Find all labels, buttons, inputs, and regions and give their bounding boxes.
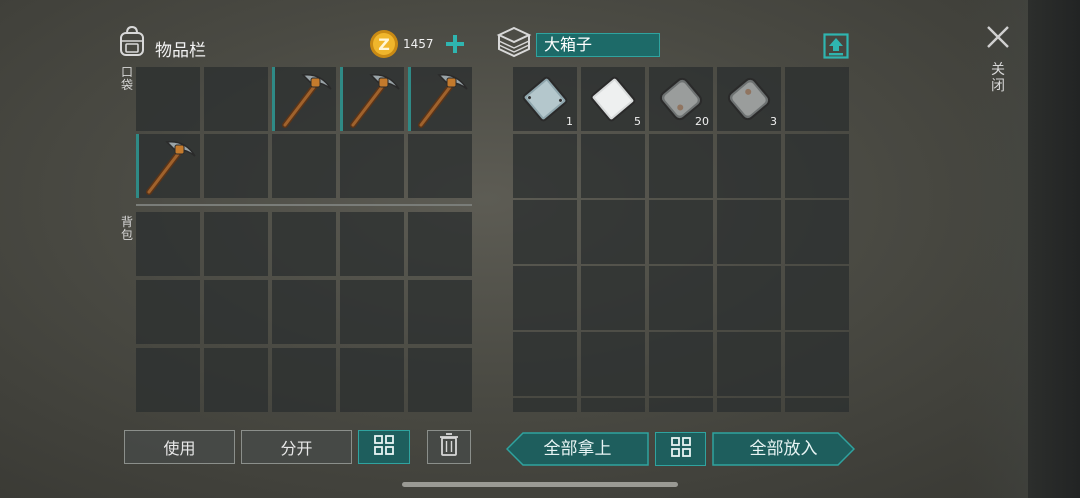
take-all-label: 全部拿上 bbox=[543, 439, 612, 459]
chest-slot[interactable] bbox=[717, 332, 781, 396]
chest-slot[interactable] bbox=[785, 398, 849, 412]
backpack-slot[interactable] bbox=[340, 280, 404, 344]
item-quantity: 1 bbox=[566, 115, 573, 128]
chest-slot[interactable] bbox=[581, 332, 645, 396]
backpack-slot[interactable] bbox=[408, 280, 472, 344]
pocket-slot[interactable] bbox=[136, 67, 200, 131]
coin-icon: Z bbox=[369, 29, 399, 63]
chest-slot[interactable]: 20 bbox=[649, 67, 713, 131]
add-currency-icon[interactable] bbox=[444, 33, 466, 59]
grid-sort-icon bbox=[373, 434, 395, 460]
split-button[interactable]: 分开 bbox=[241, 430, 352, 464]
backpack-label: 背包 bbox=[120, 215, 133, 242]
pickaxe-icon bbox=[411, 74, 472, 135]
pocket-slot[interactable] bbox=[204, 134, 268, 198]
chest-slot[interactable] bbox=[581, 398, 645, 412]
pocket-slot[interactable] bbox=[204, 67, 268, 131]
chest-slot[interactable] bbox=[649, 200, 713, 264]
item-quantity: 5 bbox=[634, 115, 641, 128]
backpack-slot[interactable] bbox=[272, 280, 336, 344]
chest-name-field[interactable]: 大箱子 bbox=[536, 33, 660, 57]
backpack-slot[interactable] bbox=[340, 212, 404, 276]
chest-slot[interactable] bbox=[717, 266, 781, 330]
backpack-icon bbox=[117, 25, 147, 61]
backpack-slot[interactable] bbox=[204, 212, 268, 276]
upload-icon[interactable] bbox=[823, 33, 849, 63]
box-icon bbox=[496, 25, 532, 63]
trash-button[interactable] bbox=[427, 430, 471, 464]
section-divider bbox=[136, 204, 472, 206]
chest-slot[interactable] bbox=[649, 332, 713, 396]
chest-slot[interactable] bbox=[717, 134, 781, 198]
chest-slot[interactable] bbox=[581, 266, 645, 330]
chest-slot[interactable] bbox=[649, 266, 713, 330]
chest-slot[interactable]: 5 bbox=[581, 67, 645, 131]
put-all-label: 全部放入 bbox=[749, 439, 818, 459]
screen-edge bbox=[1028, 0, 1080, 498]
backpack-slot[interactable] bbox=[136, 348, 200, 412]
chest-slot[interactable] bbox=[717, 200, 781, 264]
inventory-title: 物品栏 bbox=[155, 41, 206, 61]
backpack-slot[interactable] bbox=[272, 348, 336, 412]
chest-slot[interactable] bbox=[649, 134, 713, 198]
chest-slot[interactable] bbox=[717, 398, 781, 412]
chest-slot[interactable] bbox=[785, 200, 849, 264]
chest-slot[interactable]: 1 bbox=[513, 67, 577, 131]
sort-inventory-button[interactable] bbox=[358, 430, 410, 464]
close-icon[interactable] bbox=[986, 25, 1010, 53]
chest-slot[interactable] bbox=[785, 332, 849, 396]
backpack-slot[interactable] bbox=[136, 280, 200, 344]
backpack-slot[interactable] bbox=[136, 212, 200, 276]
backpack-slot[interactable] bbox=[204, 280, 268, 344]
chest-slot[interactable] bbox=[785, 266, 849, 330]
currency-amount: 1457 bbox=[403, 37, 434, 51]
chest-slot[interactable] bbox=[581, 134, 645, 198]
sort-chest-button[interactable] bbox=[655, 432, 706, 466]
backpack-slot[interactable] bbox=[340, 348, 404, 412]
item-quantity: 3 bbox=[770, 115, 777, 128]
chest-slot[interactable] bbox=[581, 200, 645, 264]
backpack-slot[interactable] bbox=[204, 348, 268, 412]
chest-slot[interactable] bbox=[785, 134, 849, 198]
pocket-label: 口袋 bbox=[120, 65, 133, 92]
backpack-slot[interactable] bbox=[408, 212, 472, 276]
backpack-slot[interactable] bbox=[408, 348, 472, 412]
chest-slot[interactable] bbox=[513, 200, 577, 264]
pickaxe-icon bbox=[275, 74, 336, 135]
close-label[interactable]: 关闭 bbox=[990, 62, 1006, 94]
chest-slot[interactable] bbox=[513, 398, 577, 412]
pocket-slot[interactable] bbox=[272, 67, 336, 131]
put-all-button[interactable]: 全部放入 bbox=[712, 432, 855, 466]
pocket-slot[interactable] bbox=[408, 67, 472, 131]
trash-icon bbox=[439, 433, 459, 461]
pocket-slot[interactable] bbox=[408, 134, 472, 198]
pocket-slot[interactable] bbox=[340, 67, 404, 131]
pocket-slot[interactable] bbox=[340, 134, 404, 198]
chest-slot[interactable] bbox=[785, 67, 849, 131]
backpack-slot[interactable] bbox=[272, 212, 336, 276]
take-all-button[interactable]: 全部拿上 bbox=[506, 432, 649, 466]
pocket-slot[interactable] bbox=[272, 134, 336, 198]
use-button[interactable]: 使用 bbox=[124, 430, 235, 464]
chest-slot[interactable] bbox=[513, 266, 577, 330]
pickaxe-icon bbox=[343, 74, 404, 135]
chest-slot[interactable] bbox=[513, 332, 577, 396]
svg-text:Z: Z bbox=[378, 35, 390, 54]
item-quantity: 20 bbox=[695, 115, 709, 128]
chest-slot[interactable] bbox=[513, 134, 577, 198]
grid-sort-icon bbox=[670, 436, 692, 462]
pocket-slot[interactable] bbox=[136, 134, 200, 198]
chest-slot[interactable]: 3 bbox=[717, 67, 781, 131]
chest-slot[interactable] bbox=[649, 398, 713, 412]
pickaxe-icon bbox=[139, 141, 200, 202]
home-indicator[interactable] bbox=[402, 482, 678, 487]
